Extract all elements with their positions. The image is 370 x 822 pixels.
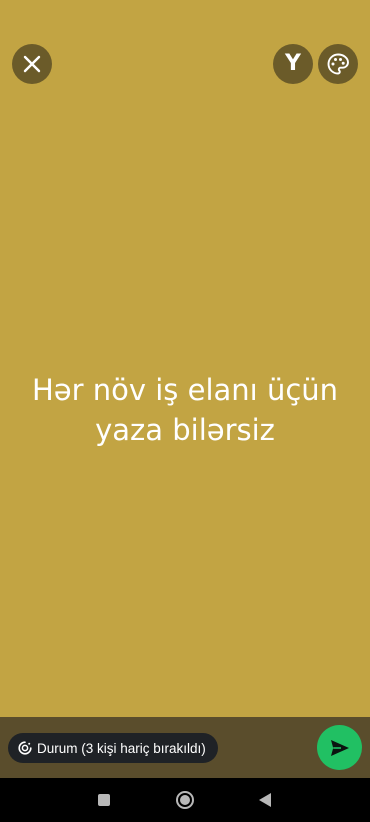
recent-apps-icon xyxy=(98,794,110,806)
status-text[interactable]: Hər növ iş elanı üçün yaza bilərsiz xyxy=(20,370,350,450)
home-icon xyxy=(176,791,194,809)
status-text-line-2: yaza bilərsiz xyxy=(95,413,275,447)
close-icon xyxy=(23,55,41,73)
close-button[interactable] xyxy=(12,44,52,84)
status-text-line-1: Hər növ iş elanı üçün xyxy=(31,373,339,407)
back-icon xyxy=(259,793,271,807)
bottom-bar: Durum (3 kişi hariç bırakıldı) xyxy=(0,717,370,778)
recent-apps-button[interactable] xyxy=(92,788,116,812)
status-ring-icon xyxy=(18,741,32,755)
status-composer-screen: Y Hər növ iş elanı üçün yaza bilərsiz Du… xyxy=(0,0,370,822)
palette-icon xyxy=(327,53,349,75)
back-button[interactable] xyxy=(253,788,277,812)
font-button-label: Y xyxy=(285,51,301,76)
send-icon xyxy=(330,739,349,756)
status-audience-label: Durum (3 kişi hariç bırakıldı) xyxy=(37,740,206,756)
status-audience-button[interactable]: Durum (3 kişi hariç bırakıldı) xyxy=(8,733,218,763)
home-button[interactable] xyxy=(173,788,197,812)
system-navigation-bar xyxy=(0,778,370,822)
send-button[interactable] xyxy=(317,725,362,770)
font-style-button[interactable]: Y xyxy=(273,44,313,84)
color-palette-button[interactable] xyxy=(318,44,358,84)
